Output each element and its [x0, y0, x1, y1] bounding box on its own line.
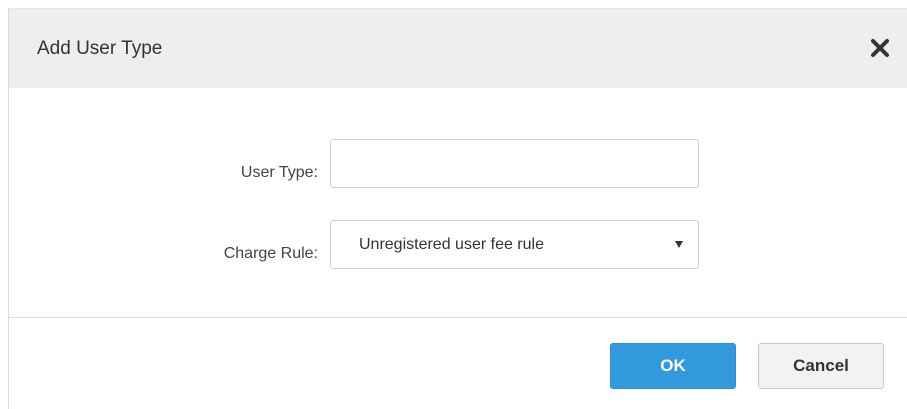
user-type-label: User Type:	[240, 164, 318, 181]
cancel-button[interactable]: Cancel	[758, 343, 884, 389]
close-icon[interactable]	[869, 37, 891, 59]
add-user-type-dialog: Add User Type User Type: Charge Rule: Un…	[8, 8, 907, 409]
dialog-header: Add User Type	[9, 9, 907, 88]
user-type-input[interactable]	[330, 139, 699, 188]
dialog-title: Add User Type	[37, 38, 163, 59]
dropdown-arrow-icon	[675, 241, 683, 248]
close-icon-glyph	[871, 39, 889, 57]
charge-rule-select[interactable]: Unregistered user fee rule	[330, 220, 699, 269]
footer-divider	[9, 317, 907, 318]
charge-rule-label: Charge Rule:	[223, 245, 318, 262]
charge-rule-selected-value: Unregistered user fee rule	[359, 236, 544, 253]
ok-button[interactable]: OK	[610, 343, 736, 389]
